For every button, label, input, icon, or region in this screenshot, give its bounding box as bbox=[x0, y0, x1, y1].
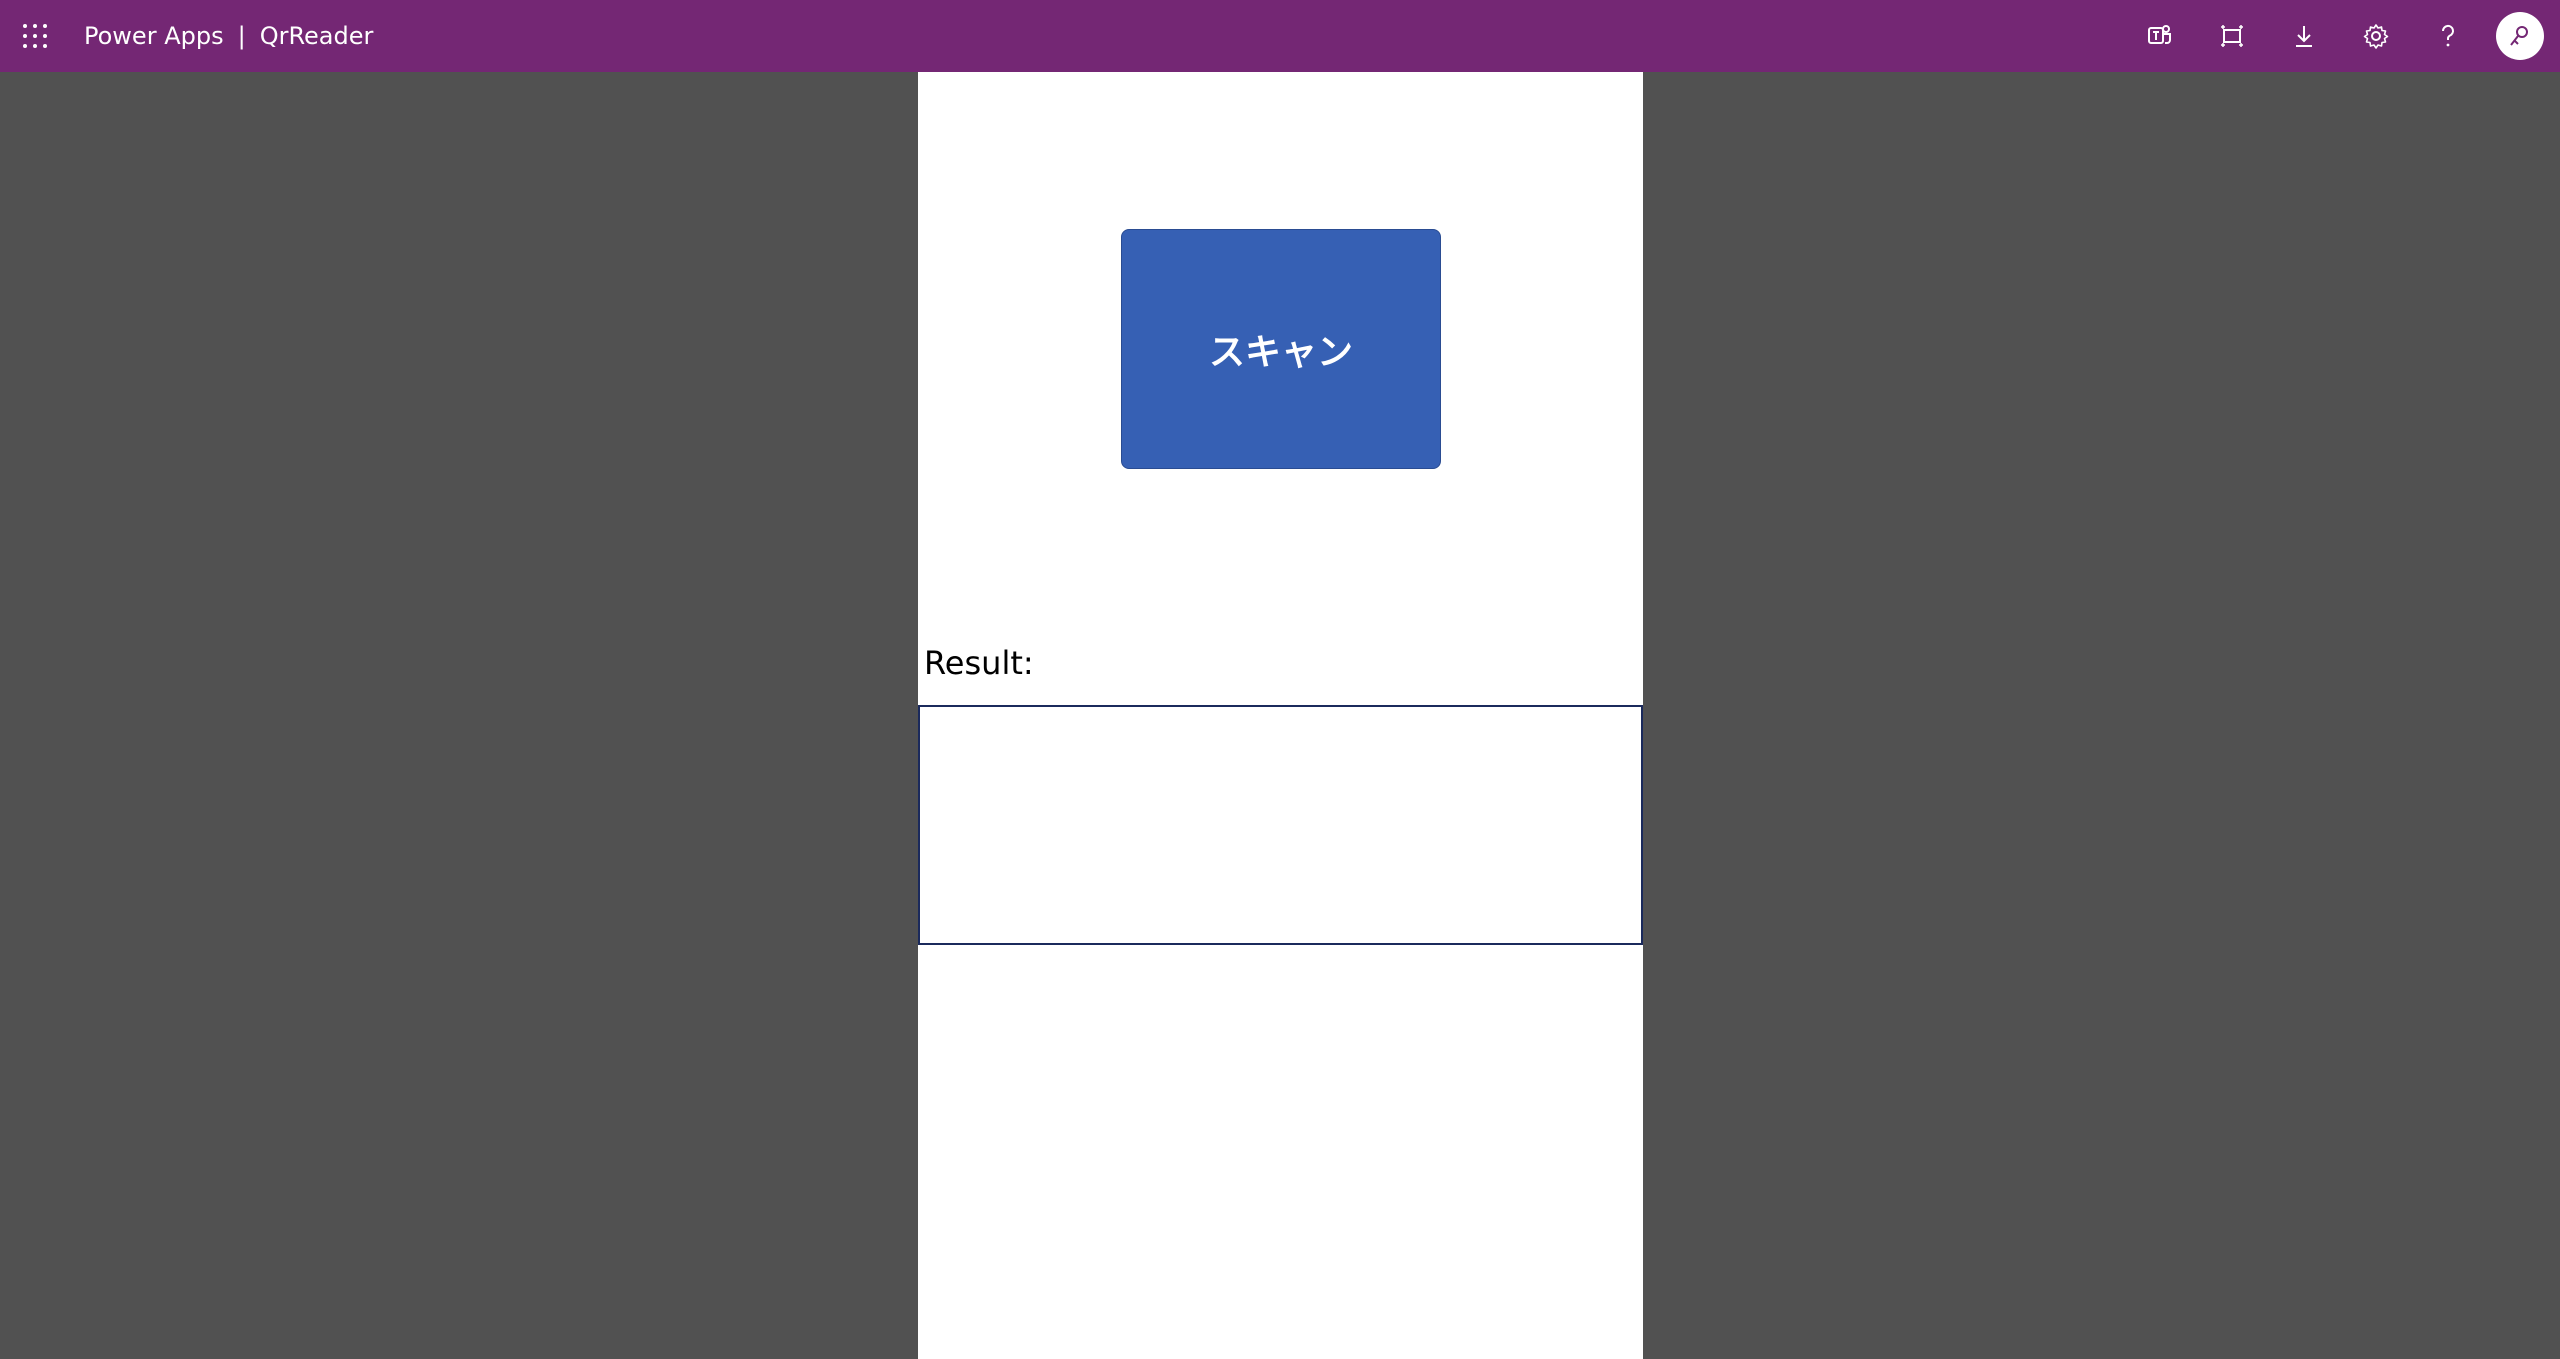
result-label: Result: bbox=[924, 644, 1034, 682]
result-textbox[interactable] bbox=[918, 705, 1643, 945]
app-launcher-icon[interactable] bbox=[20, 21, 50, 51]
title-separator: | bbox=[237, 22, 246, 50]
app-title: QrReader bbox=[259, 22, 374, 50]
help-icon[interactable] bbox=[2412, 0, 2484, 72]
download-icon[interactable] bbox=[2268, 0, 2340, 72]
fit-to-window-icon[interactable] bbox=[2196, 0, 2268, 72]
teams-icon[interactable] bbox=[2124, 0, 2196, 72]
app-header: Power Apps | QrReader bbox=[0, 0, 2560, 72]
user-avatar-container bbox=[2484, 0, 2556, 72]
header-actions bbox=[2124, 0, 2560, 72]
scan-button[interactable]: スキャン bbox=[1121, 229, 1441, 469]
settings-icon[interactable] bbox=[2340, 0, 2412, 72]
app-screen: スキャン Result: bbox=[918, 72, 1643, 1359]
app-brand: Power Apps | QrReader bbox=[84, 0, 373, 72]
user-avatar[interactable] bbox=[2496, 12, 2544, 60]
product-name: Power Apps bbox=[84, 22, 224, 50]
